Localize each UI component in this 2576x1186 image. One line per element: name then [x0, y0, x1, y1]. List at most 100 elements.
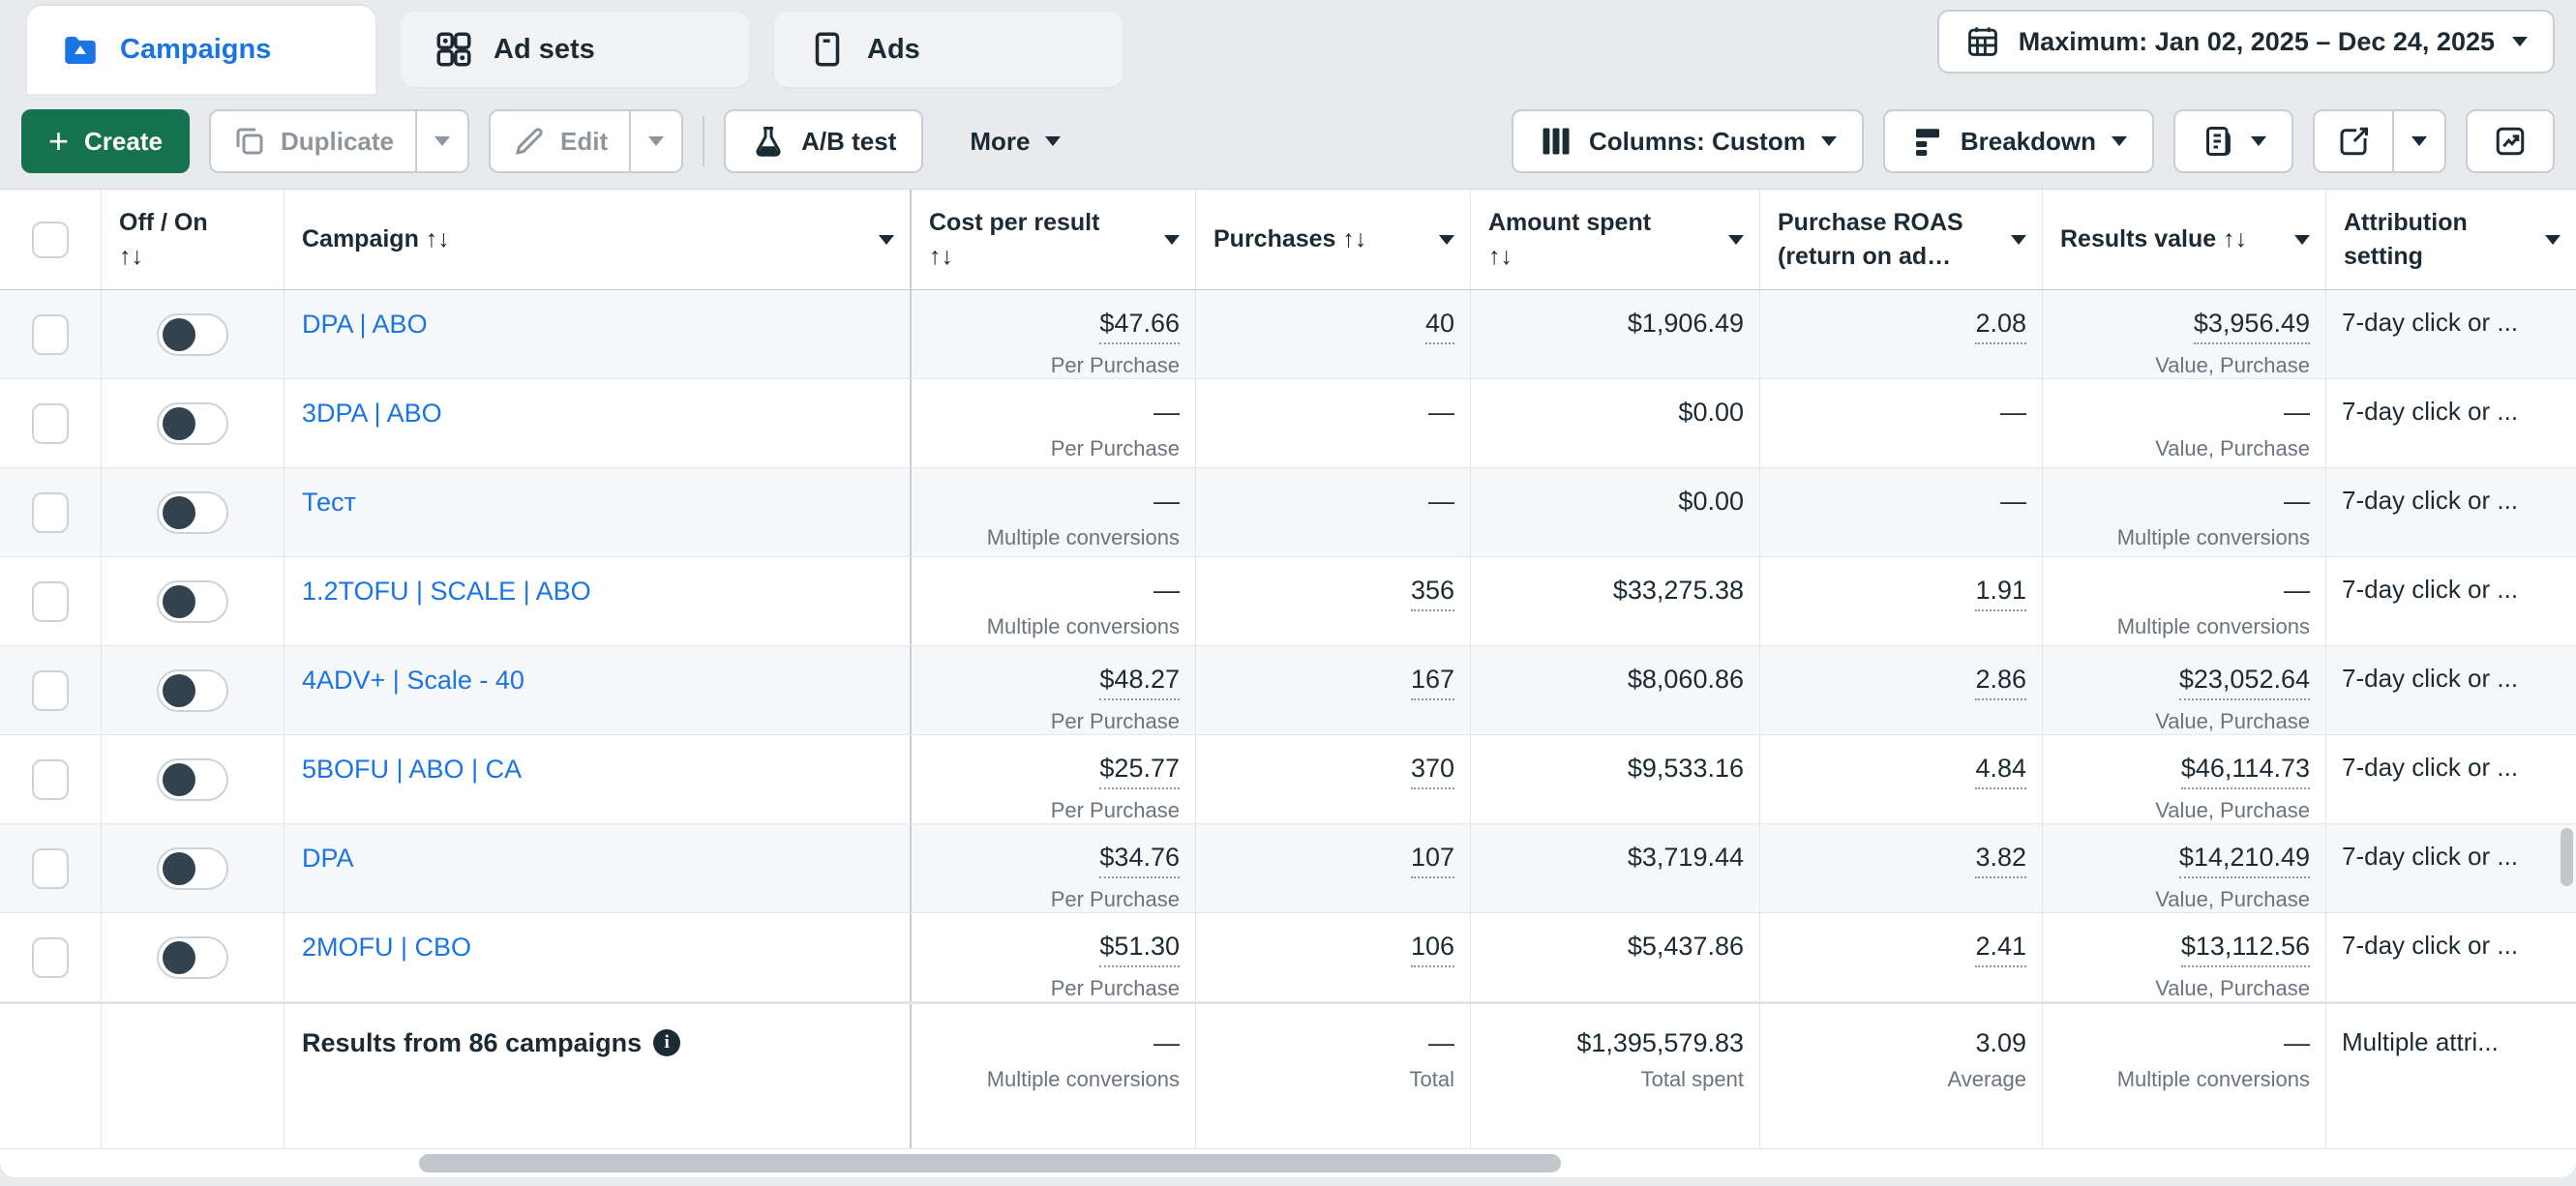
total-spent-value: $1,395,579.83 [1576, 1027, 1744, 1058]
info-icon[interactable]: i [653, 1029, 680, 1056]
cost-per-result-caption: Per Purchase [919, 887, 1180, 912]
results-value[interactable]: $46,114.73 [2181, 753, 2310, 789]
campaign-name-link[interactable]: 2MOFU | CBO [302, 933, 471, 962]
chevron-down-icon[interactable] [2545, 235, 2561, 245]
horizontal-scrollbar-track[interactable] [0, 1148, 2576, 1177]
column-header-purchases[interactable]: Purchases ↑↓ [1196, 190, 1471, 289]
campaign-off-on-toggle[interactable] [157, 847, 228, 890]
purchase-roas-value[interactable]: 2.41 [1975, 931, 2026, 967]
purchases-value[interactable]: 356 [1411, 575, 1454, 611]
purchases-value[interactable]: 370 [1411, 753, 1454, 789]
results-value[interactable]: — [2284, 397, 2310, 428]
edit-button[interactable]: Edit [491, 111, 629, 171]
campaign-name-link[interactable]: DPA | ABO [302, 310, 428, 339]
purchase-roas-value[interactable]: 3.82 [1975, 842, 2026, 878]
campaign-off-on-toggle[interactable] [157, 936, 228, 979]
purchase-roas-value[interactable]: 1.91 [1975, 575, 2026, 611]
results-value[interactable]: $23,052.64 [2179, 664, 2310, 700]
column-header-amount-spent[interactable]: Amount spent ↑↓ [1471, 190, 1760, 289]
cost-per-result-value[interactable]: — [1153, 397, 1180, 428]
purchase-roas-value[interactable]: — [2000, 486, 2026, 517]
more-button[interactable]: More [943, 109, 1088, 173]
charts-button[interactable] [2466, 109, 2555, 173]
column-header-results-value[interactable]: Results value ↑↓ [2043, 190, 2326, 289]
ab-test-button[interactable]: A/B test [724, 109, 923, 173]
campaign-off-on-toggle[interactable] [157, 669, 228, 712]
results-value[interactable]: $3,956.49 [2194, 308, 2310, 344]
campaign-name-link[interactable]: 3DPA | ABO [302, 399, 442, 428]
results-value[interactable]: $13,112.56 [2181, 931, 2310, 967]
export-dropdown-button[interactable] [2392, 111, 2444, 171]
column-header-attribution[interactable]: Attribution setting [2326, 190, 2576, 289]
duplicate-button[interactable]: Duplicate [211, 111, 415, 171]
export-button[interactable] [2315, 111, 2392, 171]
chevron-down-icon[interactable] [879, 235, 894, 245]
campaign-name-link[interactable]: 1.2TOFU | SCALE | ABO [302, 577, 591, 606]
cost-per-result-value[interactable]: — [1153, 575, 1180, 606]
campaign-off-on-toggle[interactable] [157, 491, 228, 534]
cost-per-result-value[interactable]: $51.30 [1099, 931, 1180, 967]
results-value[interactable]: — [2284, 486, 2310, 517]
campaign-off-on-toggle[interactable] [157, 402, 228, 445]
row-checkbox[interactable] [32, 314, 69, 355]
purchases-value[interactable]: 40 [1425, 308, 1454, 344]
cost-per-result-value[interactable]: $34.76 [1099, 842, 1180, 878]
cost-per-result-value[interactable]: — [1153, 486, 1180, 517]
tab-adsets[interactable]: Ad sets [401, 12, 749, 87]
row-checkbox[interactable] [32, 492, 69, 533]
purchases-value[interactable]: — [1428, 397, 1454, 428]
campaign-name-link[interactable]: Тест [302, 488, 356, 517]
cost-per-result-value[interactable]: $48.27 [1099, 664, 1180, 700]
campaign-name-link[interactable]: 4ADV+ | Scale - 40 [302, 666, 524, 695]
date-range-button[interactable]: Maximum: Jan 02, 2025 – Dec 24, 2025 [1937, 10, 2555, 74]
cost-per-result-value[interactable]: $47.66 [1099, 308, 1180, 344]
column-header-off-on[interactable]: Off / On ↑↓ [102, 190, 285, 289]
purchase-roas-value[interactable]: 4.84 [1975, 753, 2026, 789]
campaign-name-link[interactable]: 5BOFU | ABO | CA [302, 755, 522, 784]
purchase-roas-value[interactable]: 2.08 [1975, 308, 2026, 344]
tab-ads[interactable]: Ads [774, 12, 1123, 87]
edit-dropdown-button[interactable] [629, 111, 681, 171]
row-checkbox[interactable] [32, 670, 69, 711]
tab-campaigns[interactable]: Campaigns [27, 6, 375, 94]
reports-button[interactable] [2173, 109, 2293, 173]
columns-button[interactable]: Columns: Custom [1512, 109, 1864, 173]
vertical-scrollbar-thumb[interactable] [2561, 828, 2573, 886]
cost-per-result-value[interactable]: $25.77 [1099, 753, 1180, 789]
row-checkbox[interactable] [32, 759, 69, 800]
purchase-roas-value[interactable]: 2.86 [1975, 664, 2026, 700]
campaign-off-on-toggle[interactable] [157, 758, 228, 801]
create-button[interactable]: + Create [21, 109, 190, 173]
purchases-value[interactable]: 167 [1411, 664, 1454, 700]
chevron-down-icon [2512, 37, 2528, 46]
chevron-down-icon[interactable] [1164, 235, 1180, 245]
row-checkbox[interactable] [32, 581, 69, 622]
purchases-value[interactable]: — [1428, 486, 1454, 517]
row-checkbox[interactable] [32, 403, 69, 444]
column-header-cost-per-result[interactable]: Cost per result ↑↓ [912, 190, 1196, 289]
campaign-off-on-toggle[interactable] [157, 313, 228, 356]
purchase-roas-value[interactable]: — [2000, 397, 2026, 428]
select-all-checkbox[interactable] [32, 222, 69, 258]
column-header-purchase-roas[interactable]: Purchase ROAS (return on ad… [1760, 190, 2043, 289]
edit-button-group: Edit [489, 109, 683, 173]
row-checkbox[interactable] [32, 848, 69, 889]
purchases-value[interactable]: 106 [1411, 931, 1454, 967]
column-header-campaign[interactable]: Campaign ↑↓ [285, 190, 912, 289]
results-value[interactable]: — [2284, 575, 2310, 606]
chevron-down-icon[interactable] [2011, 235, 2026, 245]
results-value-caption: Value, Purchase [2051, 709, 2310, 734]
chevron-down-icon[interactable] [1728, 235, 1744, 245]
breakdown-button[interactable]: Breakdown [1883, 109, 2154, 173]
toggle-knob [163, 852, 195, 885]
horizontal-scrollbar-thumb[interactable] [419, 1154, 1561, 1172]
row-checkbox[interactable] [32, 937, 69, 978]
chevron-down-icon[interactable] [1439, 235, 1454, 245]
campaign-off-on-toggle[interactable] [157, 580, 228, 623]
table-totals-row: Results from 86 campaigns i — Multiple c… [0, 1002, 2576, 1148]
campaign-name-link[interactable]: DPA [302, 844, 354, 873]
purchases-value[interactable]: 107 [1411, 842, 1454, 878]
duplicate-dropdown-button[interactable] [415, 111, 467, 171]
chevron-down-icon[interactable] [2294, 235, 2310, 245]
results-value[interactable]: $14,210.49 [2179, 842, 2310, 878]
